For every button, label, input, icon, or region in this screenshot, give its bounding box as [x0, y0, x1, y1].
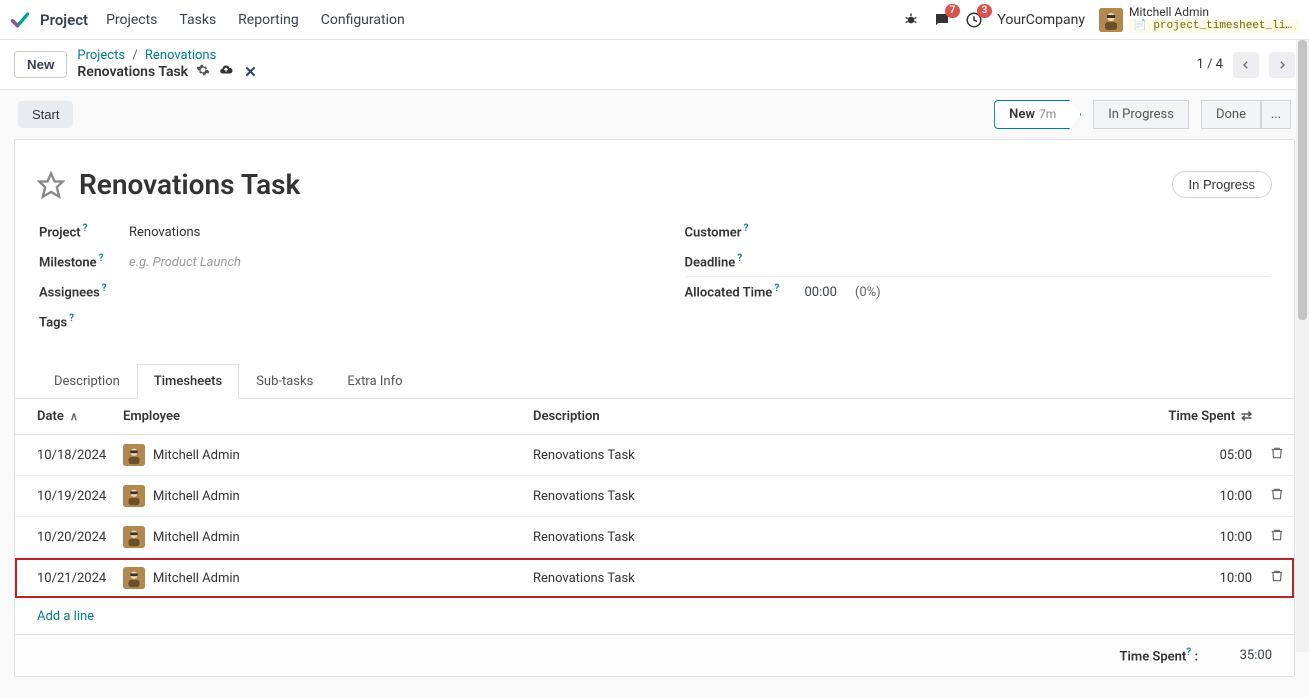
- pager: 1 / 4: [1197, 52, 1295, 78]
- cell-description[interactable]: Renovations Task: [525, 476, 1140, 517]
- task-title[interactable]: Renovations Task: [79, 168, 300, 201]
- th-employee[interactable]: Employee: [115, 399, 525, 435]
- cell-time[interactable]: 10:00: [1140, 558, 1260, 599]
- app-logo[interactable]: [10, 10, 30, 30]
- adjust-columns-icon[interactable]: ⇄: [1241, 409, 1252, 424]
- add-line-link[interactable]: Add a line: [15, 599, 1294, 634]
- cloud-upload-icon[interactable]: [218, 63, 234, 81]
- avatar: [123, 567, 145, 589]
- cell-time[interactable]: 10:00: [1140, 517, 1260, 558]
- cell-employee[interactable]: Mitchell Admin: [115, 435, 525, 476]
- timesheet-footer: Time Spent? : 35:00: [15, 634, 1294, 676]
- delete-row-icon[interactable]: [1270, 449, 1284, 464]
- cell-date[interactable]: 10/21/2024: [15, 558, 115, 599]
- field-milestone[interactable]: e.g. Product Launch: [129, 255, 241, 270]
- pager-counter[interactable]: 1 / 4: [1197, 57, 1223, 72]
- breadcrumb-current: Renovations Task: [77, 64, 188, 80]
- stage-more[interactable]: ...: [1261, 100, 1291, 129]
- cell-description[interactable]: Renovations Task: [525, 435, 1140, 476]
- cell-description[interactable]: Renovations Task: [525, 558, 1140, 599]
- label-assignees: Assignees?: [39, 283, 129, 300]
- avatar: [123, 526, 145, 548]
- avatar: [123, 485, 145, 507]
- bug-icon[interactable]: [903, 12, 919, 28]
- table-row[interactable]: 10/21/2024Mitchell AdminRenovations Task…: [15, 558, 1294, 599]
- task-form: Renovations Task In Progress Project? Re…: [14, 139, 1295, 677]
- start-button[interactable]: Start: [18, 101, 73, 128]
- field-project[interactable]: Renovations: [129, 225, 200, 240]
- cell-employee[interactable]: Mitchell Admin: [115, 517, 525, 558]
- sort-asc-icon: ∧: [70, 410, 78, 423]
- delete-row-icon[interactable]: [1270, 572, 1284, 587]
- cell-date[interactable]: 10/18/2024: [15, 435, 115, 476]
- cell-time[interactable]: 05:00: [1140, 435, 1260, 476]
- cell-date[interactable]: 10/19/2024: [15, 476, 115, 517]
- stage-done[interactable]: Done: [1201, 100, 1261, 129]
- new-button[interactable]: New: [14, 51, 67, 78]
- tab-subtasks[interactable]: Sub-tasks: [239, 364, 330, 399]
- messages-icon[interactable]: 7: [933, 11, 951, 29]
- field-allocated-time[interactable]: 00:00: [805, 285, 837, 300]
- gear-icon[interactable]: [196, 63, 210, 81]
- activities-badge: 3: [977, 4, 993, 18]
- control-panel: New Projects / Renovations Renovations T…: [0, 40, 1309, 90]
- cell-employee[interactable]: Mitchell Admin: [115, 558, 525, 599]
- label-tags: Tags?: [39, 313, 129, 330]
- status-pill[interactable]: In Progress: [1172, 171, 1272, 198]
- nav-configuration[interactable]: Configuration: [321, 12, 405, 28]
- activities-icon[interactable]: 3: [965, 11, 983, 29]
- delete-row-icon[interactable]: [1270, 490, 1284, 505]
- database-name: 📄 project_timesheet_limit_...: [1129, 19, 1299, 33]
- cell-date[interactable]: 10/20/2024: [15, 517, 115, 558]
- messages-badge: 7: [945, 4, 961, 18]
- tab-extra-info[interactable]: Extra Info: [330, 364, 419, 399]
- tab-description[interactable]: Description: [37, 364, 137, 399]
- statusbar: Start New7m In Progress Done ...: [0, 90, 1309, 139]
- notebook-tabs: Description Timesheets Sub-tasks Extra I…: [15, 363, 1294, 399]
- scrollbar[interactable]: [1296, 40, 1309, 652]
- nav-tasks[interactable]: Tasks: [179, 12, 216, 28]
- th-time[interactable]: Time Spent⇄: [1140, 399, 1260, 435]
- delete-row-icon[interactable]: [1270, 531, 1284, 546]
- cell-employee[interactable]: Mitchell Admin: [115, 476, 525, 517]
- app-title[interactable]: Project: [40, 11, 88, 29]
- breadcrumb-renovations[interactable]: Renovations: [145, 48, 216, 63]
- user-menu[interactable]: Mitchell Admin 📄 project_timesheet_limit…: [1099, 6, 1299, 33]
- breadcrumb-projects[interactable]: Projects: [77, 48, 125, 63]
- th-date[interactable]: Date∧: [15, 399, 115, 435]
- nav-reporting[interactable]: Reporting: [238, 12, 299, 28]
- footer-time-total: 35:00: [1226, 648, 1272, 663]
- cell-description[interactable]: Renovations Task: [525, 517, 1140, 558]
- label-allocated: Allocated Time?: [685, 283, 805, 300]
- pager-prev[interactable]: [1233, 52, 1259, 78]
- field-allocated-pct: (0%): [855, 285, 881, 300]
- label-deadline: Deadline?: [685, 253, 805, 270]
- tab-timesheets[interactable]: Timesheets: [137, 364, 239, 399]
- breadcrumb: Projects / Renovations Renovations Task …: [77, 48, 256, 81]
- favorite-star-icon[interactable]: [37, 171, 65, 199]
- nav-projects[interactable]: Projects: [106, 12, 157, 28]
- stage-new[interactable]: New7m: [994, 100, 1081, 129]
- breadcrumb-sep: /: [132, 48, 137, 63]
- table-row[interactable]: 10/18/2024Mitchell AdminRenovations Task…: [15, 435, 1294, 476]
- discard-icon[interactable]: ✕: [244, 63, 257, 81]
- timesheets-table: Date∧ Employee Description Time Spent⇄ 1…: [15, 399, 1294, 599]
- company-selector[interactable]: YourCompany: [997, 12, 1085, 28]
- footer-time-label: Time Spent? :: [1120, 647, 1198, 664]
- user-name: Mitchell Admin: [1129, 6, 1299, 19]
- navbar: Project Projects Tasks Reporting Configu…: [0, 0, 1309, 40]
- label-project: Project?: [39, 223, 129, 240]
- table-row[interactable]: 10/20/2024Mitchell AdminRenovations Task…: [15, 517, 1294, 558]
- label-customer: Customer?: [685, 223, 805, 240]
- avatar: [123, 444, 145, 466]
- cell-time[interactable]: 10:00: [1140, 476, 1260, 517]
- th-description[interactable]: Description: [525, 399, 1140, 435]
- stage-in-progress[interactable]: In Progress: [1093, 100, 1189, 129]
- avatar: [1099, 8, 1123, 32]
- table-row[interactable]: 10/19/2024Mitchell AdminRenovations Task…: [15, 476, 1294, 517]
- pager-next[interactable]: [1269, 52, 1295, 78]
- label-milestone: Milestone?: [39, 253, 129, 270]
